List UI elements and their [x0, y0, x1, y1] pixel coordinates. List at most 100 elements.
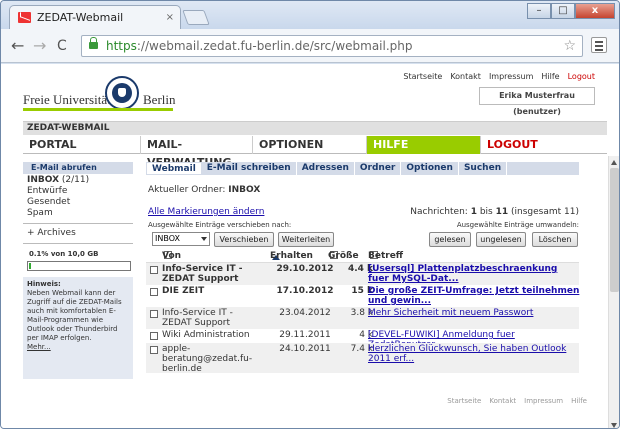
- folder-inbox[interactable]: INBOX (2/11): [27, 175, 133, 186]
- toplink-kontakt[interactable]: Kontakt: [450, 72, 481, 81]
- col-from[interactable]: Von: [162, 251, 181, 261]
- reload-icon[interactable]: C: [57, 37, 67, 55]
- count-label: Nachrichten:: [410, 207, 468, 217]
- webmail-page: Freie Universität Berlin Startseite Kont…: [1, 64, 619, 428]
- subnav-compose[interactable]: E-Mail schreiben: [202, 162, 297, 175]
- folder-select[interactable]: INBOX: [152, 232, 210, 246]
- quota-text: 0.1% von 10,0 GB: [29, 250, 99, 258]
- transform-label: Ausgewählte Einträge umwandeln:: [456, 221, 579, 229]
- row-checkbox[interactable]: [150, 310, 158, 318]
- divider: [23, 243, 133, 244]
- current-folder-name: INBOX: [228, 185, 261, 195]
- back-icon[interactable]: ←: [11, 37, 24, 55]
- subnav-search[interactable]: Suchen: [459, 162, 508, 175]
- row-checkbox[interactable]: [150, 346, 158, 354]
- current-folder-label: Aktueller Ordner:: [148, 185, 226, 195]
- footer-hilfe[interactable]: Hilfe: [571, 397, 587, 405]
- fetch-mail-link[interactable]: E-Mail abrufen: [23, 162, 133, 174]
- col-subject-label: Betreff: [368, 251, 404, 261]
- table-header: Von Erhalten Größe Betreff: [146, 251, 579, 263]
- folder-gesendet[interactable]: Gesendet: [27, 197, 133, 208]
- toggle-all-link[interactable]: Alle Markierungen ändern: [148, 207, 264, 217]
- mail-content: Webmail E-Mail schreiben Adressen Ordner…: [146, 162, 580, 374]
- nav-logout[interactable]: LOGOUT: [481, 136, 607, 154]
- browser-menu-icon[interactable]: [591, 37, 607, 53]
- row-subject-link[interactable]: Herzlichen Glückwunsch, Sie haben Outloo…: [368, 344, 580, 364]
- scroll-down-icon[interactable]: [611, 423, 617, 428]
- page-title: ZEDAT-WEBMAIL: [23, 121, 607, 135]
- mail-favicon-icon: [18, 12, 31, 23]
- url-path: ://webmail.zedat.fu-berlin.de/src/webmai…: [136, 39, 413, 53]
- bookmark-star-icon[interactable]: ☆: [563, 36, 576, 56]
- col-from-label: Von: [162, 251, 182, 261]
- archives-toggle[interactable]: + Archives: [23, 228, 133, 239]
- col-size[interactable]: Größe: [328, 251, 359, 261]
- hint-box: Hinweis: Neben Webmail kann der Zugriff …: [23, 277, 133, 379]
- scroll-thumb[interactable]: [610, 168, 619, 292]
- address-bar[interactable]: https://webmail.zedat.fu-berlin.de/src/w…: [81, 35, 583, 57]
- logo-underline: [23, 108, 173, 111]
- browser-tab[interactable]: ZEDAT-Webmail ×: [9, 5, 181, 29]
- subnav-addresses[interactable]: Adressen: [297, 162, 355, 175]
- page-scrollbar[interactable]: [608, 156, 619, 428]
- row-checkbox[interactable]: [150, 332, 158, 340]
- new-tab-button[interactable]: [182, 10, 210, 25]
- row-from: Info-Service IT - ZEDAT Support: [162, 308, 233, 328]
- folder-spam[interactable]: Spam: [27, 208, 133, 219]
- row-checkbox[interactable]: [150, 266, 158, 274]
- subnav-folders[interactable]: Ordner: [355, 162, 402, 175]
- move-label: Ausgewählte Einträge verschieben nach:: [148, 221, 292, 229]
- table-row[interactable]: Info-Service IT - ZEDAT Support 23.04.201…: [146, 307, 579, 329]
- row-subject-link[interactable]: Die große ZEIT-Umfrage: Jetzt teilnehmen…: [368, 286, 580, 306]
- col-size-label: Größe: [328, 251, 359, 261]
- close-window-button[interactable]: x: [575, 3, 615, 19]
- hint-title: Hinweis:: [27, 280, 61, 288]
- subnav-options[interactable]: Optionen: [401, 162, 459, 175]
- tab-title: ZEDAT-Webmail: [37, 11, 124, 24]
- footer-kontakt[interactable]: Kontakt: [489, 397, 516, 405]
- tab-close-icon[interactable]: ×: [166, 12, 174, 23]
- university-seal-icon: [105, 76, 139, 110]
- hint-text: Neben Webmail kann der Zugriff auf die Z…: [27, 289, 122, 342]
- forward-icon[interactable]: →: [33, 37, 46, 55]
- table-row[interactable]: apple-beratung@zedat.fu-berlin.de 24.10.2…: [146, 343, 580, 374]
- folder-entwuerfe[interactable]: Entwürfe: [27, 186, 133, 197]
- footer-impressum[interactable]: Impressum: [524, 397, 563, 405]
- toplink-logout[interactable]: Logout: [568, 72, 595, 81]
- toplink-startseite[interactable]: Startseite: [403, 72, 442, 81]
- mark-unread-button[interactable]: ungelesen: [476, 232, 526, 247]
- toplink-impressum[interactable]: Impressum: [489, 72, 533, 81]
- move-button[interactable]: Verschieben: [214, 232, 274, 247]
- table-row[interactable]: Info-Service IT - ZEDAT Support 29.10.201…: [146, 263, 579, 285]
- logo-text-right: Berlin: [143, 92, 176, 107]
- table-row[interactable]: DIE ZEIT 17.10.2012 15 k Die große ZEIT-Umf…: [146, 285, 579, 307]
- scroll-up-icon[interactable]: [611, 157, 617, 165]
- col-subject[interactable]: Betreff: [368, 251, 403, 261]
- row-date: 29.10.2012: [276, 264, 334, 274]
- nav-mail-verwaltung[interactable]: MAIL-VERWALTUNG: [141, 136, 253, 169]
- row-subject-link[interactable]: Mehr Sicherheit mit neuem Passwort: [368, 308, 580, 318]
- minimize-button[interactable]: –: [527, 3, 551, 19]
- folder-list: INBOX (2/11) Entwürfe Gesendet Spam: [23, 175, 133, 219]
- main-nav: PORTAL MAIL-VERWALTUNG OPTIONEN HILFE LO…: [23, 136, 607, 169]
- table-row[interactable]: Wiki Administration 29.11.2011 4 k [DEVEL-F…: [146, 329, 579, 350]
- row-subject-link[interactable]: [Usersql] Plattenplatzbeschraenkung fuer…: [368, 264, 580, 284]
- nav-optionen[interactable]: OPTIONEN: [253, 136, 367, 154]
- subnav-webmail[interactable]: Webmail: [146, 162, 202, 175]
- count-to: 11: [495, 207, 509, 217]
- nav-hilfe[interactable]: HILFE: [367, 136, 481, 154]
- forward-button[interactable]: Weiterleiten: [278, 232, 334, 247]
- count-from: 1: [470, 207, 477, 217]
- nav-portal[interactable]: PORTAL: [23, 136, 141, 154]
- title-bar: ZEDAT-Webmail × – □ x: [1, 1, 619, 29]
- delete-button[interactable]: Löschen: [532, 232, 578, 247]
- toplink-hilfe[interactable]: Hilfe: [541, 72, 559, 81]
- hint-more-link[interactable]: Mehr...: [27, 343, 129, 352]
- row-date: 17.10.2012: [276, 286, 334, 296]
- quota-fill: [29, 263, 31, 269]
- row-checkbox[interactable]: [150, 288, 158, 296]
- footer-startseite[interactable]: Startseite: [447, 397, 481, 405]
- mark-read-button[interactable]: gelesen: [429, 232, 471, 247]
- user-box: Erika Musterfrau (benutzer): [479, 87, 595, 116]
- maximize-button[interactable]: □: [551, 3, 575, 19]
